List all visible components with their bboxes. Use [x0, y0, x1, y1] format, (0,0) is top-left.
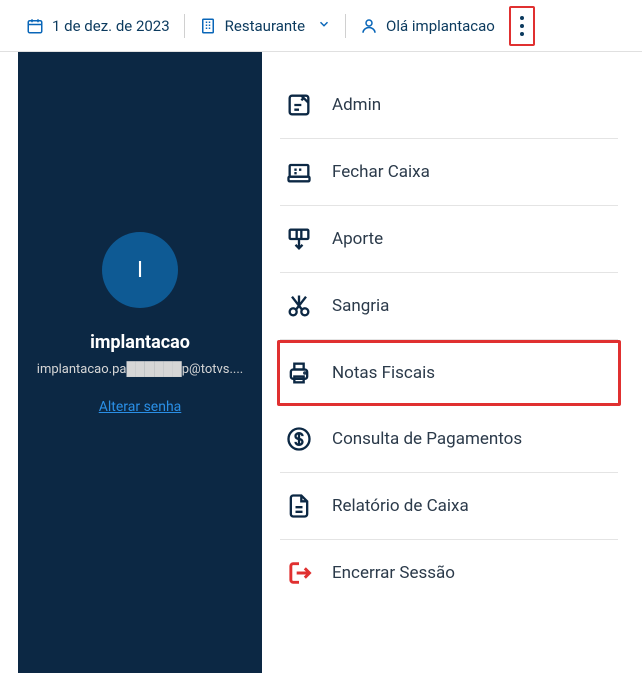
menu-item-consulta-pagamentos[interactable]: Consulta de Pagamentos [280, 406, 618, 473]
menu-label: Consulta de Pagamentos [332, 429, 522, 449]
kebab-highlight [509, 6, 535, 46]
menu-label: Encerrar Sessão [332, 563, 455, 583]
menu-item-admin[interactable]: Admin [280, 72, 618, 139]
logout-icon [284, 558, 314, 588]
avatar: I [102, 232, 178, 308]
menu-label: Notas Fiscais [332, 363, 435, 383]
avatar-initial: I [137, 258, 143, 283]
menu-item-fechar-caixa[interactable]: Fechar Caixa [280, 139, 618, 206]
menu-item-relatorio-caixa[interactable]: Relatório de Caixa [280, 473, 618, 540]
user-sidebar: I implantacao implantacao.pa██████p@totv… [18, 52, 262, 673]
building-icon [199, 17, 217, 35]
menu-label: Sangria [332, 296, 389, 316]
chevron-down-icon [317, 17, 331, 35]
menu-item-aporte[interactable]: Aporte [280, 206, 618, 273]
scissors-icon [284, 291, 314, 321]
main-area: I implantacao implantacao.pa██████p@totv… [18, 52, 642, 673]
currency-icon [284, 424, 314, 454]
menu-label: Admin [332, 95, 381, 115]
change-password-link[interactable]: Alterar senha [99, 399, 182, 415]
topbar: 1 de dez. de 2023 Restaurante Olá implan… [0, 0, 642, 52]
cash-register-icon [284, 157, 314, 187]
username-label: implantacao [90, 332, 190, 353]
greeting-label: Olá implantacao [386, 17, 495, 35]
deposit-icon [284, 224, 314, 254]
location-selector[interactable]: Restaurante [185, 0, 345, 51]
calendar-icon [26, 17, 44, 35]
user-icon [360, 17, 378, 35]
printer-icon [284, 358, 314, 388]
date-selector[interactable]: 1 de dez. de 2023 [12, 0, 184, 51]
report-icon [284, 491, 314, 521]
menu-label: Fechar Caixa [332, 162, 430, 182]
menu-item-encerrar-sessao[interactable]: Encerrar Sessão [280, 540, 618, 606]
menu-label: Relatório de Caixa [332, 496, 469, 516]
menu-item-notas-fiscais[interactable]: Notas Fiscais [277, 340, 621, 406]
user-greeting[interactable]: Olá implantacao [346, 0, 509, 51]
email-label: implantacao.pa██████p@totvs.... [37, 361, 243, 377]
location-label: Restaurante [225, 17, 305, 35]
menu-label: Aporte [332, 229, 383, 249]
admin-icon [284, 90, 314, 120]
menu-item-sangria[interactable]: Sangria [280, 273, 618, 340]
date-label: 1 de dez. de 2023 [52, 17, 170, 35]
kebab-menu-button[interactable] [516, 12, 528, 40]
dropdown-menu: Admin Fechar Caixa Aporte Sangria Notas … [262, 52, 642, 673]
